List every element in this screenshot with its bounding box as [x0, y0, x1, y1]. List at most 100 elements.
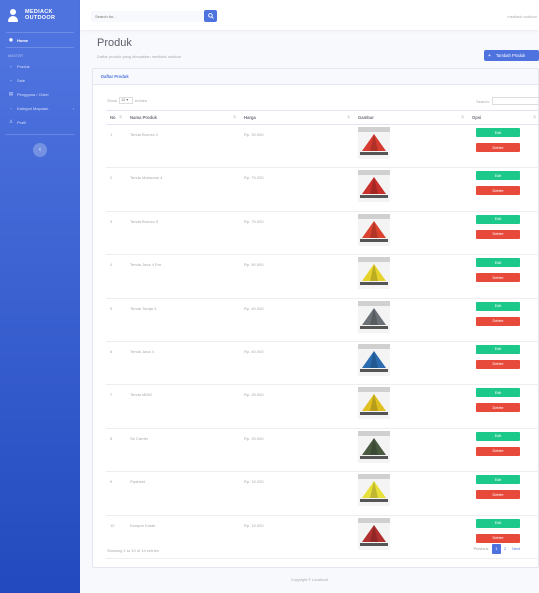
- search-input[interactable]: [91, 11, 204, 22]
- tag-icon: ▫: [10, 77, 12, 83]
- add-product-label: Tambah Produk: [495, 53, 526, 58]
- cell-no: 6: [106, 341, 126, 386]
- delete-button[interactable]: Delete: [476, 490, 520, 500]
- pagination-previous[interactable]: Previous: [470, 544, 492, 554]
- edit-button[interactable]: Edit: [476, 214, 520, 224]
- person-logo-icon: [8, 8, 18, 22]
- cell-harga: Rp. 15.000: [240, 471, 354, 516]
- cell-nama: Tenda Malaccan 4: [126, 167, 240, 212]
- column-header[interactable]: Opsi ⇅: [468, 110, 539, 125]
- entries-length: Show 10 ▾ entries: [107, 97, 147, 104]
- cell-nama: Tenda Java 4 Pro: [126, 254, 240, 299]
- pagination-next[interactable]: Next: [509, 544, 523, 554]
- delete-button[interactable]: Delete: [476, 273, 520, 283]
- edit-button[interactable]: Edit: [476, 475, 520, 485]
- cell-no: 9: [106, 471, 126, 516]
- delete-button[interactable]: Delete: [476, 403, 520, 413]
- cell-no: 7: [106, 384, 126, 429]
- table-search-input[interactable]: [491, 97, 539, 105]
- product-table: No ⇅ Nama Produk ⇅ Harga ⇅ Gambar ⇅ Opsi ⇅ 1 Tenda…: [106, 110, 539, 559]
- column-header-label: Gambar: [358, 115, 374, 120]
- edit-button[interactable]: Edit: [476, 344, 520, 354]
- column-header[interactable]: Harga ⇅: [240, 110, 354, 125]
- cell-nama: Tenda MDM: [126, 384, 240, 429]
- sidebar-item-sale[interactable]: ▫ Sale: [0, 73, 80, 87]
- user-name[interactable]: mediack outdoor: [507, 14, 537, 19]
- cell-nama: Tenda Java 4: [126, 341, 240, 386]
- cell-opsi: Edit Delete: [468, 124, 539, 169]
- cell-opsi: Edit Delete: [468, 254, 539, 299]
- table-row: 3 Tenda Borneo 5 Rp. 75.000 Edit Delete: [106, 211, 539, 256]
- list-icon: ◦: [10, 105, 12, 111]
- sidebar-item-label: Kategori Mapulan: [17, 105, 49, 111]
- cell-opsi: Edit Delete: [468, 298, 539, 342]
- product-image: [358, 387, 390, 420]
- users-icon: ▤: [8, 91, 14, 96]
- delete-button[interactable]: Delete: [476, 533, 520, 543]
- delete-button[interactable]: Delete: [476, 143, 520, 152]
- cell-gambar: [354, 298, 468, 342]
- plus-icon: +: [488, 52, 491, 59]
- cell-no: 5: [106, 298, 126, 342]
- table-row: 7 Tenda MDM Rp. 25.000 Edit Delete: [106, 384, 539, 429]
- sidebar-item-kategori[interactable]: ◦ Kategori Mapulan ›: [0, 101, 80, 115]
- pagination-page-1[interactable]: 1: [492, 544, 501, 554]
- product-image: [358, 343, 390, 376]
- edit-button[interactable]: Edit: [476, 171, 520, 181]
- cell-opsi: Edit Delete: [468, 341, 539, 386]
- edit-button[interactable]: Edit: [476, 128, 520, 137]
- edit-button[interactable]: Edit: [476, 518, 520, 528]
- edit-button[interactable]: Edit: [476, 388, 520, 398]
- cell-opsi: Edit Delete: [468, 471, 539, 516]
- edit-button[interactable]: Edit: [476, 258, 520, 268]
- sidebar-toggle-button[interactable]: ‹: [33, 143, 47, 157]
- delete-button[interactable]: Delete: [476, 316, 520, 326]
- edit-button[interactable]: Edit: [476, 301, 520, 311]
- table-row: 8 Sb Carrier Rp. 25.000 Edit Delete: [106, 428, 539, 473]
- card-header: Daftar Produk: [93, 69, 538, 85]
- sidebar-item-pengguna[interactable]: ▤ Pengguna / Order: [0, 87, 80, 101]
- delete-button[interactable]: Delete: [476, 186, 520, 196]
- entries-select[interactable]: 10 ▾: [119, 97, 134, 104]
- cell-harga: Rp. 50.000: [240, 254, 354, 299]
- search-button[interactable]: [204, 10, 217, 22]
- cell-no: 8: [106, 428, 126, 473]
- delete-button[interactable]: Delete: [476, 359, 520, 369]
- table-row: 1 Tenda Borneo 2 Rp. 30.000 Edit Delete: [106, 124, 539, 169]
- show-label: Show: [107, 98, 118, 103]
- product-image: [358, 127, 390, 159]
- sidebar-item-profil[interactable]: ♙ Profil: [0, 115, 80, 129]
- column-header[interactable]: Nama Produk ⇅: [126, 110, 240, 125]
- cell-opsi: Edit Delete: [468, 167, 539, 212]
- sidebar-item-label: Produk: [17, 63, 30, 69]
- delete-button[interactable]: Delete: [476, 446, 520, 456]
- brand-logo[interactable]: MEDIACK OUTDOOR: [0, 3, 80, 27]
- product-image: [358, 257, 390, 290]
- sidebar-item-produk[interactable]: ▫ Produk: [0, 59, 80, 73]
- sidebar-item-home[interactable]: ◉ Home: [0, 33, 80, 47]
- table-search: Search:: [476, 97, 539, 105]
- sidebar-divider: [6, 134, 74, 135]
- product-image: [358, 517, 390, 550]
- sort-icon: ⇅: [533, 115, 536, 119]
- cell-gambar: [354, 124, 468, 169]
- cell-gambar: [354, 167, 468, 212]
- cell-gambar: [354, 428, 468, 473]
- delete-button[interactable]: Delete: [476, 229, 520, 239]
- cell-harga: Rp. 40.000: [240, 298, 354, 342]
- dashboard-icon: ◉: [9, 37, 13, 42]
- edit-button[interactable]: Edit: [476, 431, 520, 441]
- table-row: 9 Flysheet Rp. 15.000 Edit Delete: [106, 471, 539, 516]
- sidebar-item-label: Pengguna / Order: [17, 91, 49, 97]
- table-row: 2 Tenda Malaccan 4 Rp. 75.000 Edit Delete: [106, 167, 539, 212]
- cell-no: 3: [106, 211, 126, 256]
- cell-gambar: [354, 341, 468, 386]
- product-image: [358, 430, 390, 463]
- entries-label: entries: [135, 98, 148, 103]
- column-header[interactable]: Gambar ⇅: [354, 110, 468, 125]
- column-header[interactable]: No ⇅: [106, 110, 126, 125]
- add-product-button[interactable]: + Tambah Produk: [484, 50, 539, 61]
- cell-opsi: Edit Delete: [468, 428, 539, 473]
- pagination-page-2[interactable]: 2: [501, 544, 509, 554]
- sort-icon: ⇅: [347, 115, 350, 119]
